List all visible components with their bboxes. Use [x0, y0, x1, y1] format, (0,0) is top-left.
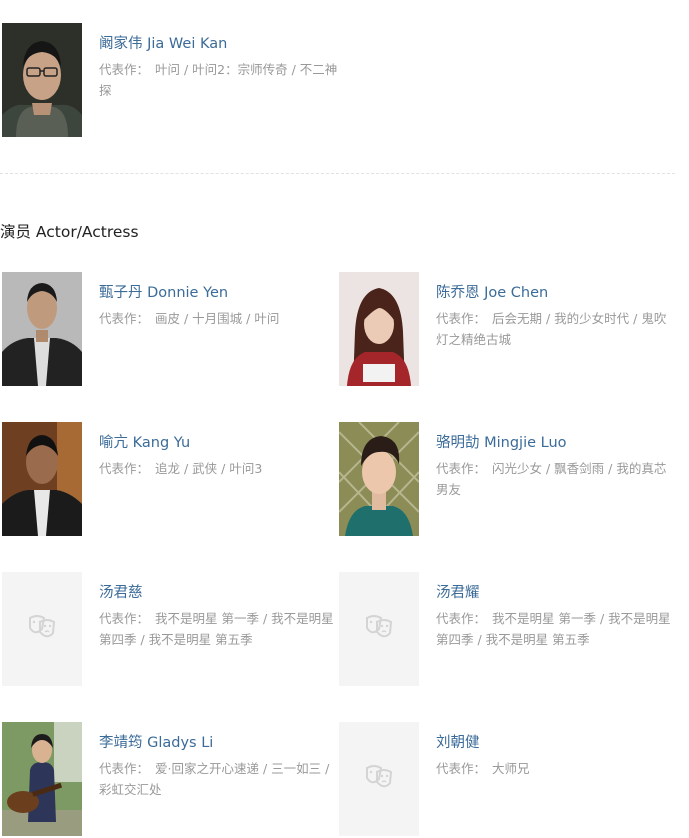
works-label: 代表作：: [436, 461, 487, 476]
works-text: 追龙 / 武侠 / 叶问3: [155, 461, 263, 476]
cast-name[interactable]: 汤君慈: [99, 581, 143, 602]
director-name[interactable]: 阚家伟 Jia Wei Kan: [99, 32, 227, 53]
cast-works: 代表作： 我不是明星 第一季 / 我不是明星 第四季 / 我不是明星 第五季: [436, 608, 676, 650]
cast-works: 代表作： 后会无期 / 我的少女时代 / 鬼吹灯之精绝古城: [436, 308, 676, 350]
cast-name[interactable]: 喻亢 Kang Yu: [99, 431, 190, 452]
cast-card: 骆明劼 Mingjie Luo 代表作： 闪光少女 / 飘香剑雨 / 我的真芯男友: [339, 422, 669, 538]
works-label: 代表作：: [99, 611, 150, 626]
cast-name[interactable]: 李靖筠 Gladys Li: [99, 731, 213, 752]
cast-name[interactable]: 甄子丹 Donnie Yen: [99, 281, 228, 302]
works-label: 代表作：: [436, 761, 487, 776]
cast-name[interactable]: 陈乔恩 Joe Chen: [436, 281, 548, 302]
works-label: 代表作：: [99, 311, 150, 326]
works-label: 代表作：: [99, 761, 150, 776]
cast-section-title: 演员 Actor/Actress: [0, 223, 139, 241]
cast-card: 刘朝健 代表作： 大师兄: [339, 722, 669, 838]
cast-name[interactable]: 刘朝健: [436, 731, 480, 752]
cast-photo[interactable]: [2, 422, 82, 536]
cast-photo[interactable]: [2, 722, 82, 836]
cast-card: 李靖筠 Gladys Li 代表作： 爱·回家之开心速递 / 三一如三 / 彩虹交…: [2, 722, 332, 838]
cast-works: 代表作： 大师兄: [436, 758, 676, 779]
works-text: 大师兄: [492, 761, 530, 776]
director-photo[interactable]: [2, 23, 82, 137]
cast-card: 喻亢 Kang Yu 代表作： 追龙 / 武侠 / 叶问3: [2, 422, 332, 538]
works-label: 代表作：: [99, 461, 150, 476]
cast-name[interactable]: 骆明劼 Mingjie Luo: [436, 431, 567, 452]
cast-photo[interactable]: [339, 422, 419, 536]
director-works: 代表作： 叶问 / 叶问2：宗师传奇 / 不二神探: [99, 59, 339, 101]
cast-card: 汤君耀 代表作： 我不是明星 第一季 / 我不是明星 第四季 / 我不是明星 第五…: [339, 572, 671, 688]
cast-works: 代表作： 画皮 / 十月围城 / 叶问: [99, 308, 339, 329]
cast-works: 代表作： 我不是明星 第一季 / 我不是明星 第四季 / 我不是明星 第五季: [99, 608, 339, 650]
section-divider: [0, 173, 675, 174]
cast-name[interactable]: 汤君耀: [436, 581, 480, 602]
cast-works: 代表作： 追龙 / 武侠 / 叶问3: [99, 458, 339, 479]
theater-masks-icon: [366, 615, 393, 638]
cast-card: 汤君慈 代表作： 我不是明星 第一季 / 我不是明星 第四季 / 我不是明星 第五…: [2, 572, 334, 688]
theater-masks-icon: [29, 615, 56, 638]
cast-photo-placeholder[interactable]: [339, 572, 419, 686]
works-text: 画皮 / 十月围城 / 叶问: [155, 311, 280, 326]
cast-photo[interactable]: [339, 272, 419, 386]
cast-card: 陈乔恩 Joe Chen 代表作： 后会无期 / 我的少女时代 / 鬼吹灯之精绝古…: [339, 272, 669, 388]
cast-works: 代表作： 闪光少女 / 飘香剑雨 / 我的真芯男友: [436, 458, 676, 500]
cast-photo[interactable]: [2, 272, 82, 386]
theater-masks-icon: [366, 765, 393, 788]
cast-photo-placeholder[interactable]: [2, 572, 82, 686]
cast-photo-placeholder[interactable]: [339, 722, 419, 836]
cast-card: 甄子丹 Donnie Yen 代表作： 画皮 / 十月围城 / 叶问: [2, 272, 332, 388]
works-label: 代表作：: [99, 62, 150, 77]
cast-works: 代表作： 爱·回家之开心速递 / 三一如三 / 彩虹交汇处: [99, 758, 339, 800]
works-label: 代表作：: [436, 311, 487, 326]
works-label: 代表作：: [436, 611, 487, 626]
director-card: 阚家伟 Jia Wei Kan 代表作： 叶问 / 叶问2：宗师传奇 / 不二神探: [2, 23, 337, 139]
